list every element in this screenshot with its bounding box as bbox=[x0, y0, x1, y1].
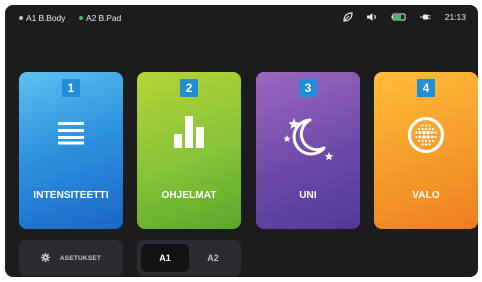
tile-number-badge: 2 bbox=[180, 79, 198, 97]
tile-label: VALO bbox=[412, 190, 440, 201]
device-a2-label: A2 B.Pad bbox=[86, 13, 122, 23]
device-a2-dot bbox=[79, 16, 83, 20]
battery-icon bbox=[391, 11, 407, 23]
settings-button[interactable]: ASETUKSET bbox=[19, 240, 123, 276]
plug-icon bbox=[419, 11, 431, 23]
tile-number-badge: 1 bbox=[62, 79, 80, 97]
tile-ohjelmat[interactable]: 2 OHJELMAT bbox=[137, 72, 241, 229]
device-a1-indicator: A1 B.Body bbox=[19, 13, 65, 23]
tile-number-badge: 4 bbox=[417, 79, 435, 97]
device-a1-dot bbox=[19, 16, 23, 20]
gear-icon bbox=[40, 249, 50, 267]
bar-chart-icon bbox=[174, 116, 204, 153]
tile-number-badge: 3 bbox=[299, 79, 317, 97]
device-screen: A1 B.Body A2 B.Pad 21:13 1 INTENSITEETTI… bbox=[5, 5, 478, 277]
intensity-lines-icon bbox=[58, 120, 84, 151]
settings-label: ASETUKSET bbox=[59, 254, 102, 262]
channel-selector: A1 A2 bbox=[137, 240, 241, 276]
light-dots-icon bbox=[407, 116, 445, 159]
tile-uni[interactable]: 3 UNI bbox=[256, 72, 360, 229]
channel-option-a2[interactable]: A2 bbox=[189, 244, 237, 272]
status-bar: A1 B.Body A2 B.Pad 21:13 bbox=[5, 5, 478, 31]
tile-label: INTENSITEETTI bbox=[33, 190, 109, 201]
device-a2-indicator: A2 B.Pad bbox=[79, 13, 121, 23]
moon-stars-icon bbox=[280, 114, 336, 169]
tile-intensiteetti[interactable]: 1 INTENSITEETTI bbox=[19, 72, 123, 229]
tile-label: OHJELMAT bbox=[161, 190, 217, 201]
channel-option-a1[interactable]: A1 bbox=[141, 244, 189, 272]
leaf-icon bbox=[342, 11, 354, 23]
tile-valo[interactable]: 4 VALO bbox=[374, 72, 478, 229]
tile-label: UNI bbox=[299, 190, 317, 201]
clock-time: 21:13 bbox=[444, 12, 466, 22]
status-icons: 21:13 bbox=[330, 11, 466, 23]
device-a1-label: A1 B.Body bbox=[26, 13, 66, 23]
volume-icon bbox=[366, 11, 379, 23]
